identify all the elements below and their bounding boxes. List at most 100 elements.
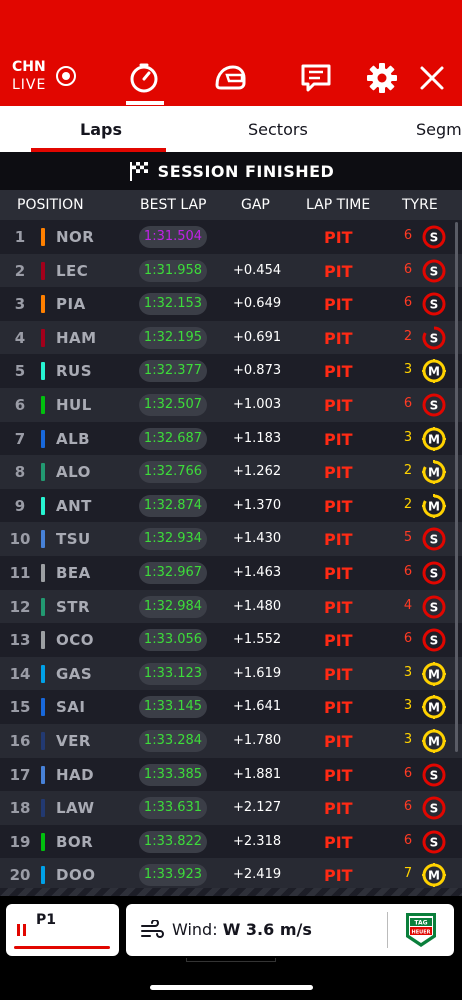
table-row[interactable]: 14 GAS 1:33.123 +1.619 PIT 3 M: [0, 656, 462, 691]
timing-table: 1 NOR 1:31.504 PIT 6 S 2 LEC 1:31.958 +0…: [0, 220, 462, 892]
table-row[interactable]: 2 LEC 1:31.958 +0.454 PIT 6 S: [0, 253, 462, 288]
tab-laps[interactable]: Laps: [80, 120, 122, 139]
best-lap-time: 1:33.923: [139, 864, 207, 887]
gap-to-leader: +1.463: [233, 564, 282, 580]
team-color-bar: [41, 328, 45, 347]
team-color-bar: [41, 866, 45, 885]
tab-bar: Laps Sectors Segm: [0, 106, 462, 152]
table-row[interactable]: 19 BOR 1:33.822 +2.318 PIT 6 S: [0, 824, 462, 859]
table-row[interactable]: 12 STR 1:32.984 +1.480 PIT 4 S: [0, 589, 462, 624]
gap-to-leader: +1.430: [233, 531, 282, 547]
best-lap-time: 1:33.284: [139, 729, 207, 752]
best-lap-time: 1:32.687: [139, 427, 207, 450]
leader-progress-line: [14, 946, 110, 949]
lap-time-status: PIT: [324, 866, 353, 886]
tyre-compound: S: [430, 264, 439, 278]
gap-to-leader: +1.370: [233, 497, 282, 513]
col-tyre: TYRE: [402, 197, 438, 213]
best-lap-time: 1:33.631: [139, 797, 207, 820]
table-row[interactable]: 17 HAD 1:33.385 +1.881 PIT 6 S: [0, 757, 462, 792]
soft-tyre-icon: S: [422, 796, 446, 820]
wind-value: W 3.6 m/s: [222, 920, 312, 939]
medium-tyre-icon: M: [422, 460, 446, 485]
helmet-icon[interactable]: [212, 60, 248, 96]
driver-code: ALB: [56, 429, 91, 448]
lap-time-status: PIT: [324, 295, 353, 315]
best-lap-time: 1:32.967: [139, 561, 207, 584]
soft-tyre-icon: S: [422, 628, 446, 652]
message-icon[interactable]: [298, 60, 334, 96]
table-row[interactable]: 13 OCO 1:33.056 +1.552 PIT 6 S: [0, 623, 462, 657]
medium-tyre-icon: M: [422, 695, 446, 720]
table-row[interactable]: 20 DOO 1:33.923 +2.419 PIT 7 M: [0, 858, 462, 892]
driver-code: LAW: [56, 799, 95, 818]
medium-tyre-icon: M: [422, 359, 446, 384]
best-lap-time: 1:32.766: [139, 461, 207, 484]
table-row[interactable]: 10 TSU 1:32.934 +1.430 PIT 5 S: [0, 522, 462, 556]
app-header: CHN LIVE: [0, 0, 462, 106]
scrollbar[interactable]: [455, 222, 458, 752]
best-lap-time: 1:33.145: [139, 696, 207, 719]
close-icon[interactable]: [414, 60, 450, 96]
driver-code: PIA: [56, 295, 86, 314]
tyre-compound: S: [430, 600, 439, 614]
tab-sectors[interactable]: Sectors: [248, 120, 308, 139]
team-color-bar: [41, 799, 45, 818]
table-row[interactable]: 3 PIA 1:32.153 +0.649 PIT 6 S: [0, 287, 462, 321]
table-row[interactable]: 16 VER 1:33.284 +1.780 PIT 3 M: [0, 723, 462, 758]
tyre-laps: 6: [403, 832, 413, 848]
medium-tyre-icon: M: [422, 728, 446, 753]
medium-tyre-icon: M: [422, 493, 446, 518]
table-row[interactable]: 5 RUS 1:32.377 +0.873 PIT 3 M: [0, 354, 462, 388]
svg-text:HEUER: HEUER: [412, 930, 431, 936]
team-color-bar: [41, 731, 45, 750]
medium-tyre-icon: M: [422, 863, 446, 888]
gap-to-leader: +1.480: [233, 598, 282, 614]
leader-card[interactable]: P1: [6, 904, 119, 956]
lap-time-status: PIT: [324, 765, 353, 785]
tyre-compound: M: [428, 365, 440, 379]
tyre-compound: S: [430, 533, 439, 547]
circuit-code: CHN: [12, 59, 46, 75]
position-number: 19: [9, 832, 31, 851]
position-number: 15: [9, 698, 31, 717]
lap-time-status: PIT: [324, 731, 353, 751]
driver-code: SAI: [56, 698, 86, 717]
tyre-compound: S: [430, 835, 439, 849]
gap-to-leader: +2.127: [233, 800, 282, 816]
table-row[interactable]: 11 BEA 1:32.967 +1.463 PIT 6 S: [0, 555, 462, 590]
table-row[interactable]: 15 SAI 1:33.145 +1.641 PIT 3 M: [0, 690, 462, 724]
table-row[interactable]: 7 ALB 1:32.687 +1.183 PIT 3 M: [0, 421, 462, 456]
table-row[interactable]: 18 LAW 1:33.631 +2.127 PIT 6 S: [0, 791, 462, 825]
table-row[interactable]: 8 ALO 1:32.766 +1.262 PIT 2 M: [0, 455, 462, 489]
table-row[interactable]: 6 HUL 1:32.507 +1.003 PIT 6 S: [0, 387, 462, 422]
tyre-laps: 5: [403, 530, 413, 546]
weather-card[interactable]: Wind: W 3.6 m/s TAG HEUER: [126, 904, 454, 956]
tyre-laps: 3: [403, 429, 413, 445]
table-row[interactable]: 4 HAM 1:32.195 +0.691 PIT 2 S: [0, 320, 462, 355]
soft-tyre-icon: S: [422, 595, 446, 619]
best-lap-time: 1:32.507: [139, 393, 207, 416]
gap-to-leader: +1.003: [233, 396, 282, 412]
team-color-bar: [41, 765, 45, 784]
tyre-compound: M: [428, 499, 440, 513]
driver-code: ANT: [56, 496, 92, 515]
tyre-compound: S: [430, 398, 439, 412]
table-row[interactable]: 9 ANT 1:32.874 +1.370 PIT 2 M: [0, 488, 462, 523]
lap-time-status: PIT: [324, 698, 353, 718]
position-number: 18: [9, 799, 31, 818]
col-lap-time: LAP TIME: [306, 197, 371, 213]
table-row[interactable]: 1 NOR 1:31.504 PIT 6 S: [0, 220, 462, 254]
position-number: 8: [14, 463, 26, 482]
position-number: 7: [14, 429, 26, 448]
tab-segments[interactable]: Segm: [416, 120, 462, 139]
gear-icon[interactable]: [364, 60, 400, 96]
best-lap-time: 1:33.385: [139, 763, 207, 786]
tyre-laps: 3: [403, 731, 413, 747]
pause-icon: [17, 924, 26, 936]
best-lap-time: 1:32.934: [139, 528, 207, 551]
timer-icon[interactable]: [126, 60, 162, 96]
column-header: POSITION BEST LAP GAP LAP TIME TYRE: [0, 190, 462, 220]
tyre-laps: 6: [403, 765, 413, 781]
home-indicator[interactable]: [150, 985, 313, 990]
